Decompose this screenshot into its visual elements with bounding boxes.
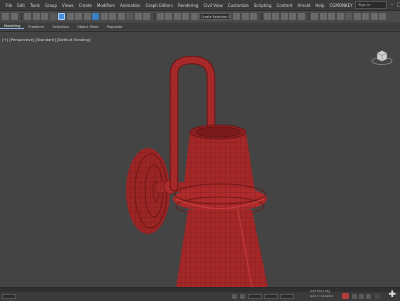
a360-gallery-icon[interactable]: [345, 13, 352, 20]
ies-icon[interactable]: [370, 13, 378, 20]
material-editor-icon[interactable]: [297, 13, 305, 20]
zoom-extents-icon[interactable]: ✚: [388, 291, 396, 300]
undo-icon[interactable]: [2, 13, 9, 20]
select-object-icon[interactable]: [58, 13, 65, 20]
sign-in-button[interactable]: Sign In: [355, 1, 388, 9]
lock-icon[interactable]: [232, 294, 237, 299]
maxscript-listener-field[interactable]: [2, 294, 16, 299]
tab-populate[interactable]: Populate: [103, 25, 127, 29]
status-bar: Grid = 10.0mm Add Time Tag ✚: [0, 287, 400, 301]
toggle-ribbon-icon[interactable]: [272, 13, 279, 20]
lamp-body[interactable]: [176, 209, 268, 288]
tab-selection[interactable]: Selection: [48, 25, 73, 29]
menu-views[interactable]: Views: [60, 3, 77, 8]
main-toolbar: Create Selection Set: [0, 11, 400, 22]
menu-group[interactable]: Group: [42, 3, 59, 8]
reference-coordinate-icon[interactable]: [126, 13, 133, 20]
toolbar-separator: [153, 13, 155, 20]
render-production-icon[interactable]: [328, 13, 335, 20]
tab-object-paint[interactable]: Object Paint: [73, 25, 103, 29]
redo-icon[interactable]: [10, 13, 18, 20]
teapot-icon[interactable]: [379, 13, 386, 20]
arnold-icon[interactable]: [353, 13, 361, 20]
angle-snap-icon[interactable]: [173, 13, 181, 20]
time-config-icon[interactable]: [375, 294, 380, 299]
menu-edit[interactable]: Edit: [15, 3, 28, 8]
align-icon[interactable]: [250, 13, 257, 20]
percent-snap-icon[interactable]: [182, 13, 189, 20]
manipulate-icon[interactable]: [143, 13, 150, 20]
menu-scripting[interactable]: Scripting: [251, 3, 274, 8]
lamp-cup[interactable]: [183, 124, 255, 192]
mirror-icon[interactable]: [241, 13, 249, 20]
select-and-place-icon[interactable]: [117, 13, 125, 20]
wall-lamp-model[interactable]: [0, 32, 400, 288]
toolbar-separator: [308, 13, 309, 20]
go-to-start-icon[interactable]: [352, 294, 357, 299]
menu-file[interactable]: File: [3, 3, 15, 8]
maximize-icon[interactable]: □: [396, 2, 400, 8]
window-controls: Sign In – □ ×: [355, 1, 400, 9]
snap-toggle-icon[interactable]: [165, 13, 172, 20]
schematic-view-icon[interactable]: [289, 13, 296, 20]
render-setup-icon[interactable]: [311, 13, 318, 20]
play-icon[interactable]: [359, 294, 364, 299]
edit-named-selection-icon[interactable]: [233, 13, 240, 20]
menu-civil-view[interactable]: Civil View: [201, 3, 225, 8]
menu-modifiers[interactable]: Modifiers: [94, 3, 117, 8]
absolute-mode-icon[interactable]: [240, 294, 245, 299]
menu-content[interactable]: Content: [274, 3, 295, 8]
ribbon-tabs: Modeling Freeform Selection Object Paint…: [0, 23, 400, 30]
select-by-name-icon[interactable]: [66, 13, 74, 20]
render-in-cloud-icon[interactable]: [336, 13, 344, 20]
minimize-icon[interactable]: –: [389, 2, 395, 8]
rendered-frame-icon[interactable]: [319, 13, 327, 20]
named-selection-sets[interactable]: Create Selection Set: [199, 13, 231, 20]
perspective-viewport[interactable]: [+] [Perspective] [Standard] [Default Sh…: [0, 31, 400, 288]
selection-filter-icon[interactable]: [49, 13, 57, 20]
add-time-tag[interactable]: Add Time Tag: [310, 289, 330, 293]
go-to-end-icon[interactable]: [366, 294, 371, 299]
pivot-center-icon[interactable]: [134, 13, 142, 20]
tab-freeform[interactable]: Freeform: [24, 25, 48, 29]
time-slider[interactable]: [0, 288, 400, 292]
spinner-snap-icon[interactable]: [190, 13, 198, 20]
menu-cgmonkey[interactable]: CGMONKEY: [327, 3, 355, 8]
window-crossing-icon[interactable]: [83, 13, 91, 20]
layer-explorer-icon[interactable]: [263, 13, 271, 20]
menu-bar: File Edit Tools Group Views Create Modif…: [0, 0, 400, 11]
unlink-icon[interactable]: [32, 13, 40, 20]
vray-icon[interactable]: [362, 13, 369, 20]
select-and-scale-icon[interactable]: [109, 13, 116, 20]
x-coordinate-field[interactable]: [248, 294, 262, 299]
y-coordinate-field[interactable]: [264, 294, 278, 299]
menu-customize[interactable]: Customize: [225, 3, 251, 8]
tab-modeling[interactable]: Modeling: [0, 24, 25, 29]
bind-space-warp-icon[interactable]: [41, 13, 48, 20]
menu-help[interactable]: Help: [313, 3, 327, 8]
grid-label: Grid = 10.0mm: [310, 294, 334, 298]
keyboard-shortcut-icon[interactable]: [156, 13, 164, 20]
menu-arnold[interactable]: Arnold: [295, 3, 313, 8]
z-coordinate-field[interactable]: [280, 294, 294, 299]
menu-tools[interactable]: Tools: [27, 3, 42, 8]
curve-editor-icon[interactable]: [280, 13, 288, 20]
toolbar-separator: [21, 13, 22, 20]
select-and-move-icon[interactable]: [92, 13, 99, 20]
menu-create[interactable]: Create: [76, 3, 94, 8]
menu-rendering[interactable]: Rendering: [176, 3, 201, 8]
auto-key-button[interactable]: [342, 293, 349, 299]
menu-animation[interactable]: Animation: [118, 3, 143, 8]
toolbar-separator: [260, 13, 262, 20]
rectangular-selection-icon[interactable]: [75, 13, 82, 20]
menu-graph-editors[interactable]: Graph Editors: [143, 3, 175, 8]
link-icon[interactable]: [24, 13, 31, 20]
select-and-rotate-icon[interactable]: [100, 13, 108, 20]
